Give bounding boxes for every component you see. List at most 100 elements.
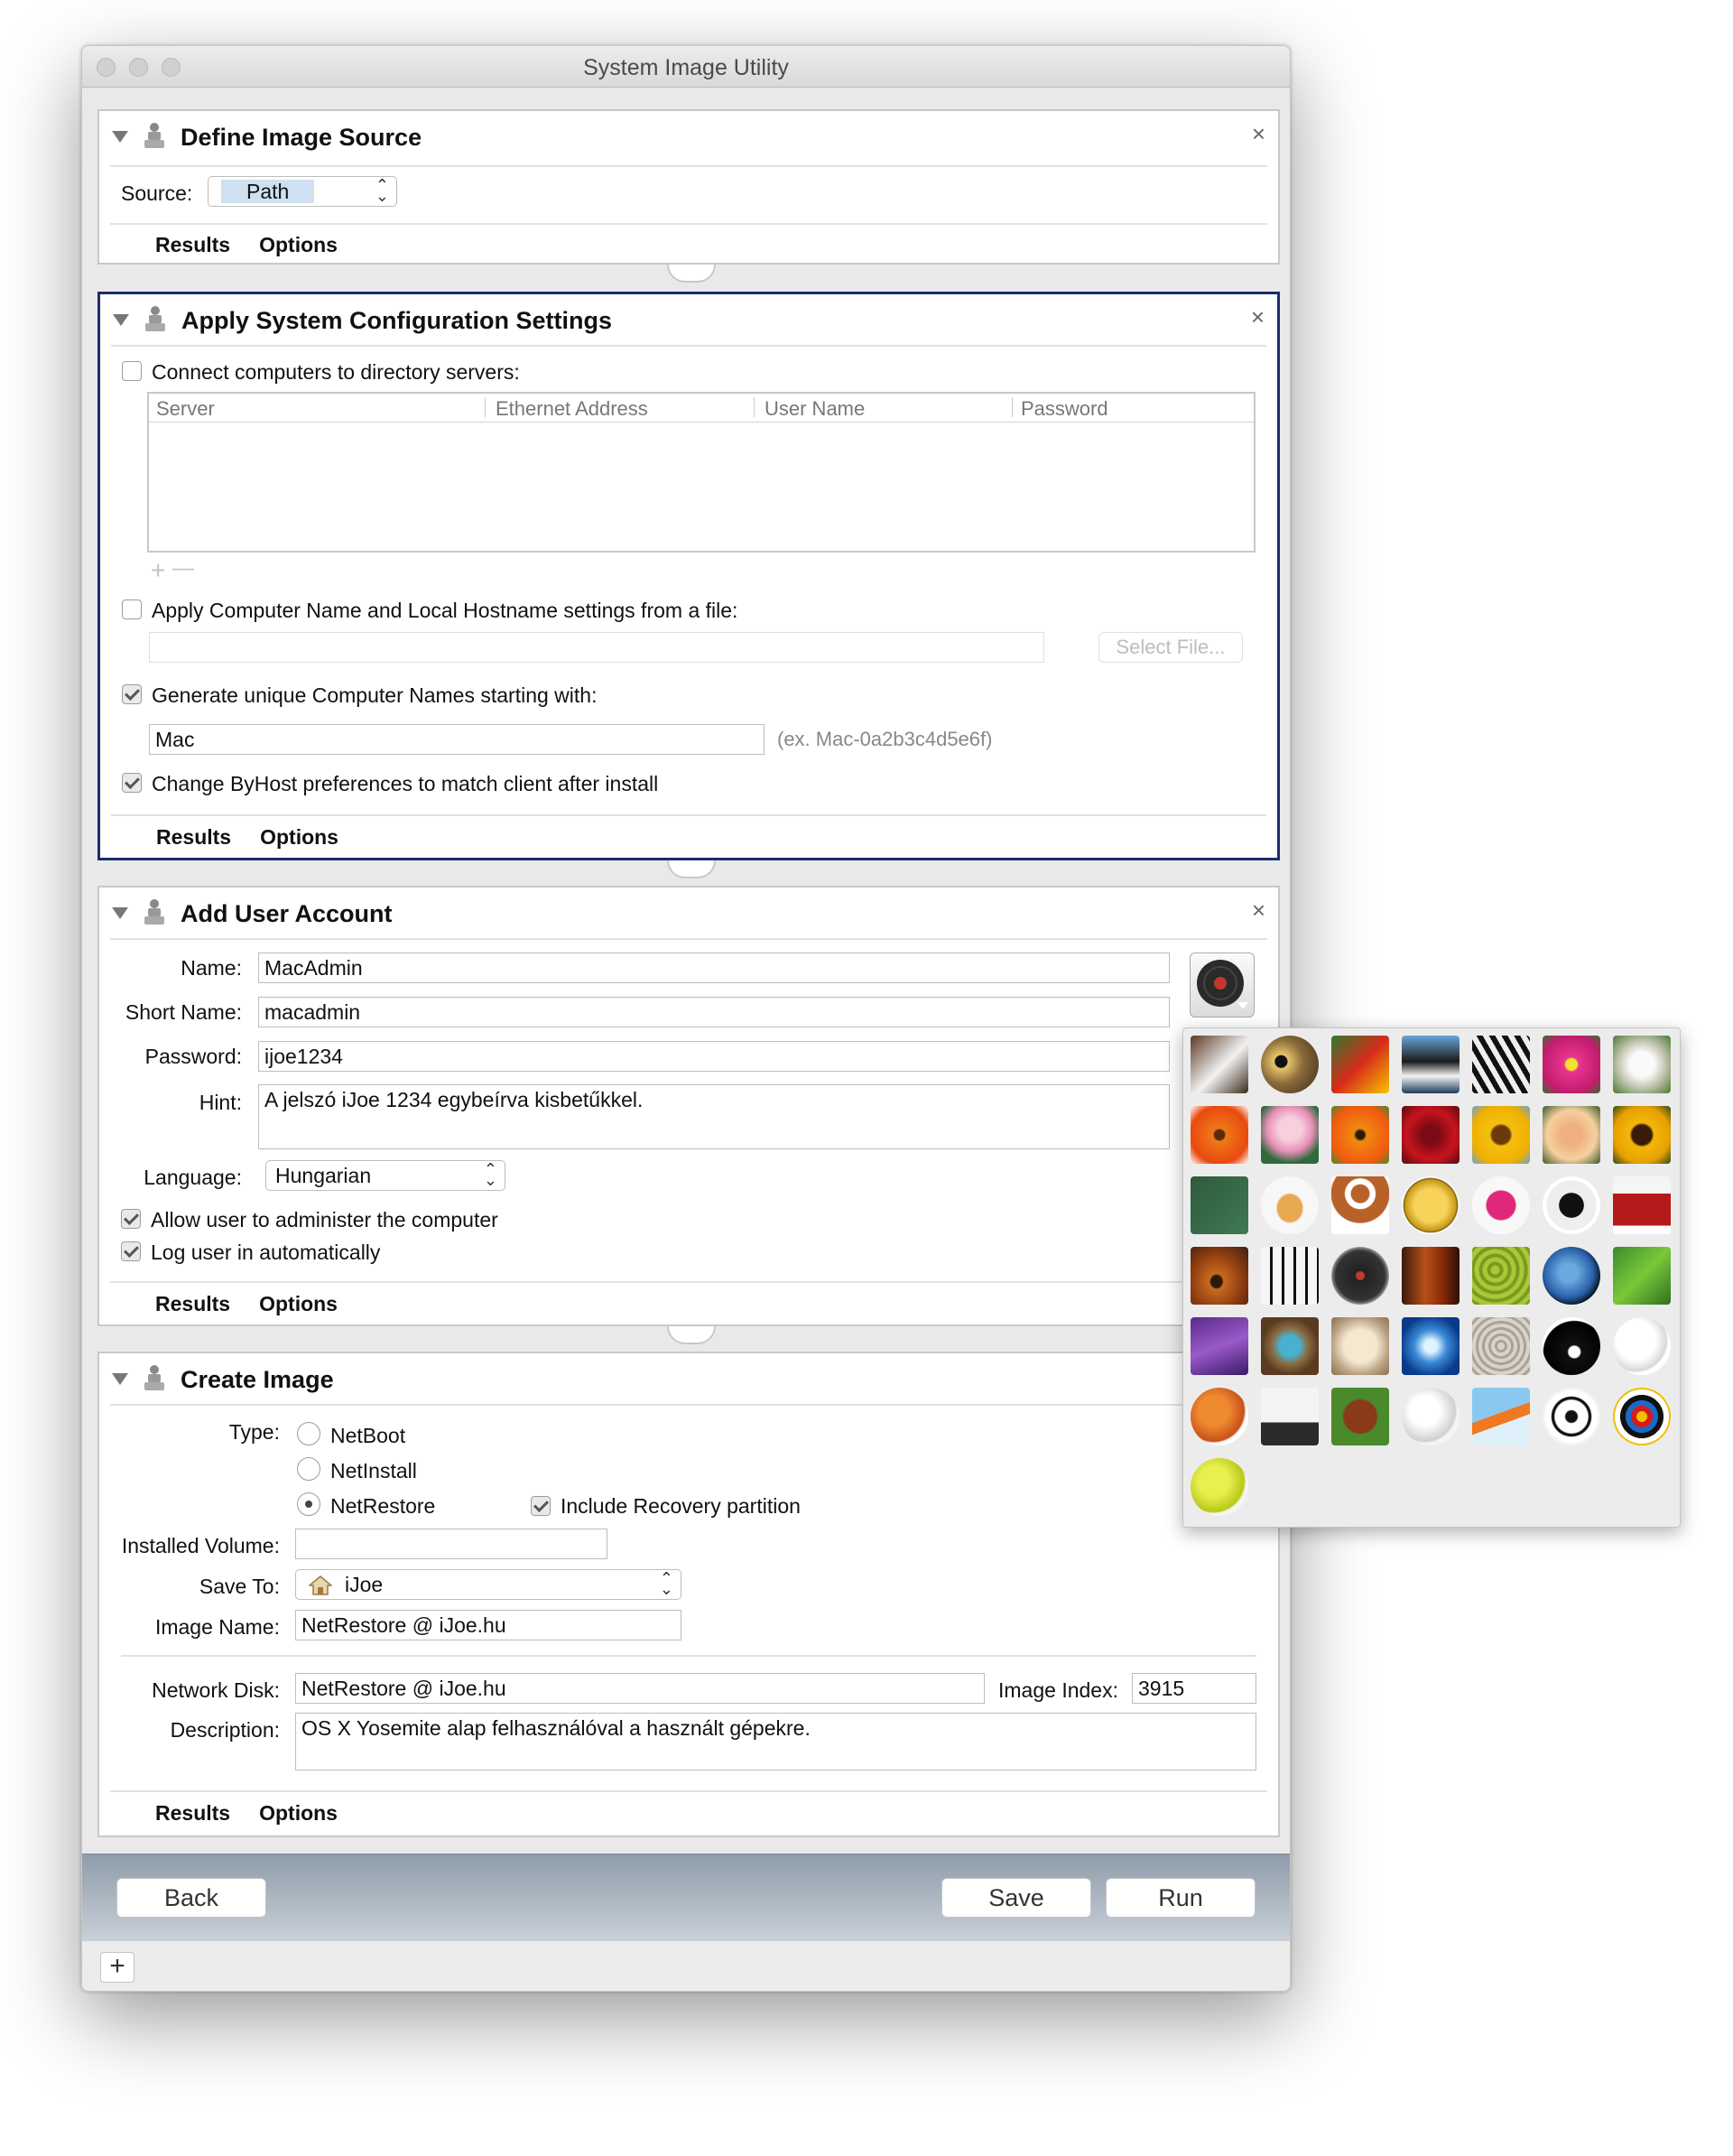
results-tab[interactable]: Results	[155, 1292, 230, 1315]
save-to-label: Save To:	[199, 1575, 280, 1598]
remove-server-button[interactable]: —	[172, 556, 194, 581]
panel-title: Create Image	[181, 1366, 334, 1393]
save-to-popup[interactable]: iJoe ⌃ ⌄	[295, 1569, 681, 1600]
piano-icon[interactable]	[1261, 1247, 1319, 1305]
image-index-field[interactable]: 3915	[1132, 1673, 1256, 1704]
drum-icon[interactable]	[1613, 1176, 1671, 1234]
password-field[interactable]: ijoe1234	[258, 1041, 1170, 1072]
sunflower-icon[interactable]	[1472, 1106, 1530, 1164]
select-file-button[interactable]: Select File...	[1098, 632, 1243, 663]
netboot-radio[interactable]	[297, 1422, 320, 1445]
user-picture-button[interactable]	[1190, 953, 1255, 1018]
disclosure-triangle-icon[interactable]	[112, 131, 128, 143]
yin-yang-icon[interactable]	[1543, 1176, 1600, 1234]
allow-admin-checkbox[interactable]	[121, 1209, 141, 1229]
sand-dollar-icon[interactable]	[1331, 1317, 1389, 1375]
close-action-icon[interactable]: ×	[1252, 897, 1265, 925]
app-window: System Image Utility Define Image Source…	[81, 45, 1291, 1992]
hockey-icon[interactable]	[1472, 1388, 1530, 1445]
chalkboard-icon[interactable]	[1191, 1176, 1248, 1234]
penguin-icon[interactable]	[1402, 1036, 1460, 1093]
zebra-icon[interactable]	[1472, 1036, 1530, 1093]
snowflake-icon[interactable]	[1402, 1317, 1460, 1375]
results-tab[interactable]: Results	[156, 825, 231, 849]
lightning-icon[interactable]	[1191, 1317, 1248, 1375]
bird-nest-icon[interactable]	[1261, 1317, 1319, 1375]
options-tab[interactable]: Options	[259, 1292, 338, 1315]
football-icon[interactable]	[1331, 1388, 1389, 1445]
vinyl-record-icon[interactable]	[1331, 1247, 1389, 1305]
save-button[interactable]: Save	[941, 1878, 1091, 1918]
pink-flower-icon[interactable]	[1543, 1036, 1600, 1093]
basketball-icon[interactable]	[1191, 1388, 1248, 1445]
disclosure-triangle-icon[interactable]	[113, 314, 129, 326]
installed-volume-field[interactable]	[295, 1529, 607, 1559]
recovery-partition-checkbox[interactable]	[531, 1496, 551, 1516]
eagle-icon[interactable]	[1191, 1036, 1248, 1093]
zen-sand-icon[interactable]	[1472, 1317, 1530, 1375]
directory-servers-table[interactable]: Server Ethernet Address User Name Passwo…	[147, 392, 1256, 553]
column-header-ethernet[interactable]: Ethernet Address	[496, 397, 648, 421]
back-button[interactable]: Back	[116, 1878, 266, 1918]
8-ball-icon[interactable]	[1543, 1317, 1600, 1375]
options-tab[interactable]: Options	[259, 1801, 338, 1825]
guitar-icon[interactable]	[1191, 1247, 1248, 1305]
name-prefix-field[interactable]: Mac	[149, 724, 765, 755]
short-name-field[interactable]: macadmin	[258, 997, 1170, 1027]
golf-ball-icon[interactable]	[1402, 1388, 1460, 1445]
language-popup[interactable]: Hungarian ⌃ ⌄	[265, 1160, 505, 1191]
yellow-rose-icon[interactable]	[1543, 1106, 1600, 1164]
red-rose-icon[interactable]	[1402, 1106, 1460, 1164]
image-name-field[interactable]: NetRestore @ iJoe.hu	[295, 1610, 681, 1640]
poppy-icon[interactable]	[1331, 1106, 1389, 1164]
add-action-button[interactable]: +	[100, 1952, 134, 1983]
apply-name-from-file-checkbox[interactable]	[122, 599, 142, 619]
options-tab[interactable]: Options	[259, 233, 338, 256]
options-tab[interactable]: Options	[260, 825, 338, 849]
hostname-file-field[interactable]	[149, 632, 1044, 663]
parrot-icon[interactable]	[1331, 1036, 1389, 1093]
bowling-icon[interactable]	[1261, 1388, 1319, 1445]
disclosure-triangle-icon[interactable]	[112, 907, 128, 919]
network-disk-field[interactable]: NetRestore @ iJoe.hu	[295, 1673, 985, 1704]
soccer-ball-icon[interactable]	[1543, 1388, 1600, 1445]
hint-field[interactable]: A jelszó iJoe 1234 egybeírva kisbetűkkel…	[258, 1084, 1170, 1149]
column-separator	[1012, 397, 1013, 417]
sunflower-2-icon[interactable]	[1613, 1106, 1671, 1164]
leaf-icon[interactable]	[1613, 1247, 1671, 1305]
results-tab[interactable]: Results	[155, 233, 230, 256]
target-icon[interactable]	[1613, 1388, 1671, 1445]
netinstall-radio[interactable]	[297, 1457, 320, 1481]
user-name-field[interactable]: MacAdmin	[258, 953, 1170, 983]
connect-directory-checkbox[interactable]	[122, 361, 142, 381]
lotus-icon[interactable]	[1261, 1106, 1319, 1164]
netrestore-radio[interactable]	[297, 1492, 320, 1516]
byhost-checkbox[interactable]	[122, 773, 142, 793]
column-header-server[interactable]: Server	[156, 397, 215, 421]
add-server-button[interactable]: +	[151, 556, 165, 585]
dandelion-icon[interactable]	[1613, 1036, 1671, 1093]
generate-names-checkbox[interactable]	[122, 684, 142, 704]
results-tab[interactable]: Results	[155, 1801, 230, 1825]
close-action-icon[interactable]: ×	[1252, 120, 1265, 148]
cactus-icon[interactable]	[1472, 1247, 1530, 1305]
netrestore-label: NetRestore	[330, 1494, 436, 1518]
earth-icon[interactable]	[1543, 1247, 1600, 1305]
owl-icon[interactable]	[1261, 1036, 1319, 1093]
violin-icon[interactable]	[1402, 1247, 1460, 1305]
column-header-password[interactable]: Password	[1021, 397, 1108, 421]
gingerbread-man-icon[interactable]	[1331, 1176, 1389, 1234]
disclosure-triangle-icon[interactable]	[112, 1373, 128, 1385]
baseball-icon[interactable]	[1613, 1317, 1671, 1375]
tennis-ball-icon[interactable]	[1191, 1458, 1248, 1516]
auto-login-checkbox[interactable]	[121, 1241, 141, 1261]
column-header-username[interactable]: User Name	[765, 397, 865, 421]
source-popup[interactable]: Path ⌃ ⌄	[208, 176, 397, 207]
fortune-cookie-icon[interactable]	[1261, 1176, 1319, 1234]
close-action-icon[interactable]: ×	[1251, 303, 1265, 331]
run-button[interactable]: Run	[1106, 1878, 1256, 1918]
orange-flower-icon[interactable]	[1191, 1106, 1248, 1164]
lips-icon[interactable]	[1472, 1176, 1530, 1234]
gold-coin-icon[interactable]	[1402, 1176, 1460, 1234]
description-field[interactable]: OS X Yosemite alap felhasználóval a hasz…	[295, 1713, 1256, 1770]
